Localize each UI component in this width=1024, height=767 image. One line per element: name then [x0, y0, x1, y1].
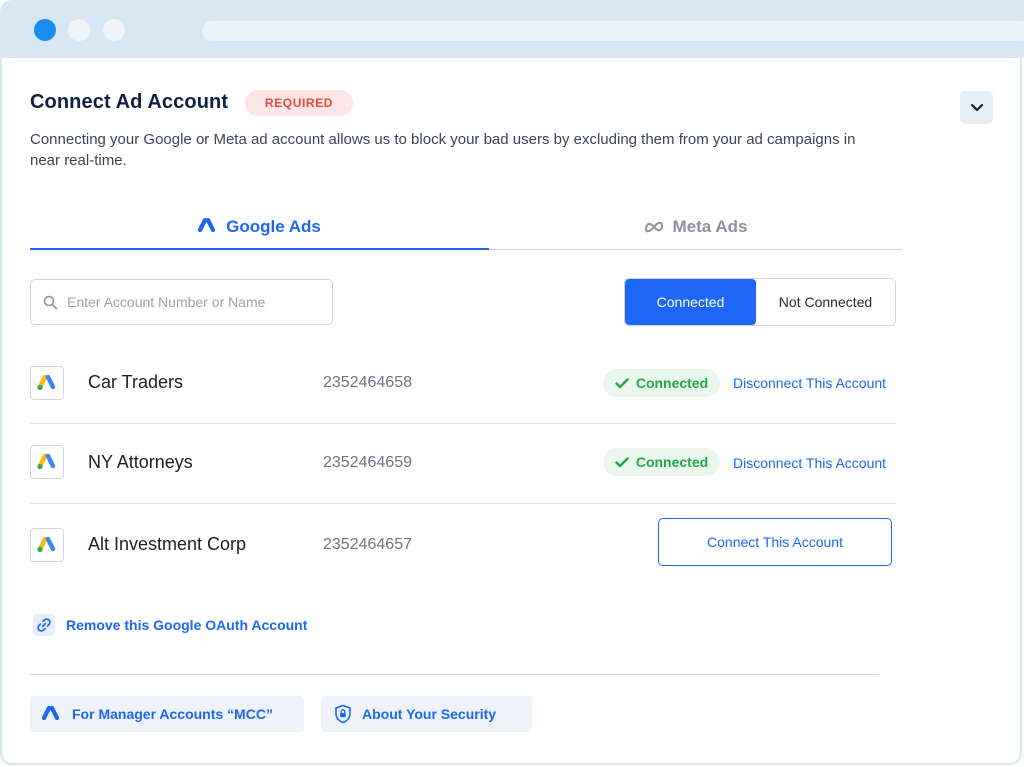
account-number: 2352464658: [323, 374, 412, 391]
connection-filter-toggle: Connected Not Connected: [624, 278, 896, 326]
status-badge: Connected: [603, 448, 720, 476]
page-title: Connect Ad Account: [30, 91, 229, 113]
google-ads-icon: [42, 705, 62, 723]
google-ads-logo: [30, 528, 64, 562]
browser-chrome: [0, 0, 1024, 58]
tab-meta-ads[interactable]: Meta Ads: [489, 205, 901, 249]
collapse-button[interactable]: [960, 91, 993, 124]
search-input[interactable]: [67, 294, 307, 310]
remove-oauth-label: Remove this Google OAuth Account: [66, 617, 308, 633]
unlink-icon: [33, 614, 55, 636]
account-search[interactable]: [30, 279, 333, 325]
search-icon: [43, 295, 58, 310]
required-badge: REQUIRED: [245, 90, 353, 116]
status-label: Connected: [635, 375, 709, 391]
connect-account-button[interactable]: Connect This Account: [658, 518, 892, 566]
google-ads-icon: [198, 218, 218, 236]
checkmark-icon: [615, 377, 629, 389]
meta-icon: [643, 220, 665, 234]
account-number: 2352464657: [323, 536, 412, 553]
manager-accounts-button[interactable]: For Manager Accounts “MCC”: [30, 696, 304, 732]
footer-divider: [30, 674, 879, 675]
active-tab-indicator: [30, 248, 489, 250]
account-row: NY Attorneys 2352464659 Connected Discon…: [30, 423, 896, 503]
disconnect-account-link[interactable]: Disconnect This Account: [733, 455, 886, 471]
status-badge: Connected: [603, 369, 720, 397]
tab-google-ads[interactable]: Google Ads: [30, 205, 489, 249]
window-close-dot[interactable]: [34, 19, 56, 41]
google-ads-logo: [30, 445, 64, 479]
account-name: Alt Investment Corp: [88, 534, 247, 554]
account-name: NY Attorneys: [88, 452, 193, 472]
account-number: 2352464659: [323, 454, 412, 471]
account-row: Alt Investment Corp 2352464657 Connect T…: [30, 503, 896, 587]
google-ads-logo: [30, 366, 64, 400]
section-description: Connecting your Google or Meta ad accoun…: [30, 131, 856, 169]
address-bar[interactable]: [202, 21, 1024, 41]
tab-google-ads-label: Google Ads: [226, 217, 321, 236]
remove-oauth-link[interactable]: Remove this Google OAuth Account: [33, 614, 307, 636]
manager-accounts-label: For Manager Accounts “MCC”: [72, 706, 273, 722]
checkmark-icon: [615, 456, 629, 468]
filter-connected-button[interactable]: Connected: [625, 279, 756, 325]
tab-meta-ads-label: Meta Ads: [672, 217, 748, 236]
security-info-label: About Your Security: [362, 706, 497, 722]
account-name: Car Traders: [88, 372, 184, 392]
status-label: Connected: [635, 454, 709, 470]
disconnect-account-link[interactable]: Disconnect This Account: [733, 375, 886, 391]
chevron-down-icon: [970, 103, 983, 112]
account-row: Car Traders 2352464658 Connected Disconn…: [30, 343, 896, 423]
security-info-button[interactable]: About Your Security: [321, 696, 532, 732]
window-maximize-dot[interactable]: [103, 19, 125, 41]
shield-lock-icon: [334, 704, 352, 724]
filter-not-connected-button[interactable]: Not Connected: [756, 279, 895, 325]
window-minimize-dot[interactable]: [68, 19, 90, 41]
